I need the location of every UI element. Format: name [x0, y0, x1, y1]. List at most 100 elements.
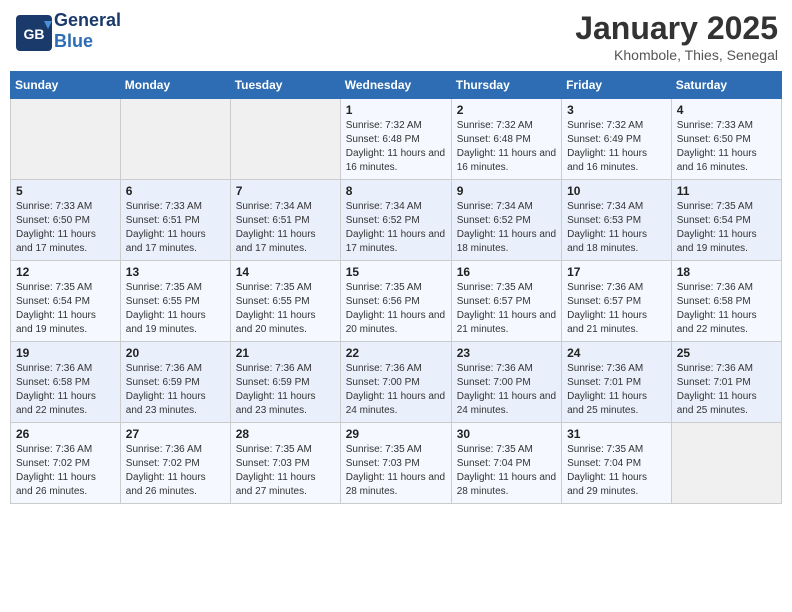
day-info: Sunrise: 7:33 AMSunset: 6:50 PMDaylight:… — [16, 200, 115, 256]
day-info: Sunrise: 7:35 AMSunset: 6:55 PMDaylight:… — [126, 281, 225, 337]
day-info: Sunrise: 7:33 AMSunset: 6:50 PMDaylight:… — [677, 119, 776, 175]
calendar-day-cell: 23 Sunrise: 7:36 AMSunset: 7:00 PMDayligh… — [451, 342, 561, 423]
logo-blue: Blue — [54, 31, 93, 51]
day-info: Sunrise: 7:34 AMSunset: 6:52 PMDaylight:… — [346, 200, 446, 256]
day-info: Sunrise: 7:35 AMSunset: 7:04 PMDaylight:… — [567, 443, 666, 499]
weekday-header: Thursday — [451, 72, 561, 99]
calendar-week-row: 5 Sunrise: 7:33 AMSunset: 6:50 PMDaylight… — [11, 180, 782, 261]
day-number: 19 — [16, 346, 115, 360]
day-info: Sunrise: 7:35 AMSunset: 7:03 PMDaylight:… — [346, 443, 446, 499]
calendar-day-cell — [120, 99, 230, 180]
calendar-day-cell: 11 Sunrise: 7:35 AMSunset: 6:54 PMDayligh… — [671, 180, 781, 261]
day-info: Sunrise: 7:32 AMSunset: 6:48 PMDaylight:… — [457, 119, 556, 175]
day-info: Sunrise: 7:34 AMSunset: 6:52 PMDaylight:… — [457, 200, 556, 256]
calendar-header: SundayMondayTuesdayWednesdayThursdayFrid… — [11, 72, 782, 99]
day-info: Sunrise: 7:36 AMSunset: 6:59 PMDaylight:… — [126, 362, 225, 418]
page-subtitle: Khombole, Thies, Senegal — [575, 47, 778, 63]
day-number: 2 — [457, 103, 556, 117]
day-number: 21 — [236, 346, 335, 360]
day-number: 16 — [457, 265, 556, 279]
calendar-day-cell: 30Sunrise: 7:35 AMSunset: 7:04 PMDayligh… — [451, 423, 561, 504]
day-info: Sunrise: 7:36 AMSunset: 7:02 PMDaylight:… — [126, 443, 225, 499]
calendar-day-cell — [671, 423, 781, 504]
day-info: Sunrise: 7:36 AMSunset: 7:01 PMDaylight:… — [567, 362, 666, 418]
calendar-day-cell: 28 Sunrise: 7:35 AMSunset: 7:03 PMDayligh… — [230, 423, 340, 504]
calendar-day-cell — [11, 99, 121, 180]
day-number: 28 — [236, 427, 335, 441]
calendar-day-cell: 9 Sunrise: 7:34 AMSunset: 6:52 PMDaylight… — [451, 180, 561, 261]
day-info: Sunrise: 7:36 AMSunset: 7:02 PMDaylight:… — [16, 443, 115, 499]
day-info: Sunrise: 7:36 AMSunset: 6:58 PMDaylight:… — [677, 281, 776, 337]
calendar-day-cell: 17 Sunrise: 7:36 AMSunset: 6:57 PMDayligh… — [562, 261, 672, 342]
logo: GB General Blue — [14, 10, 121, 52]
day-number: 29 — [346, 427, 446, 441]
calendar-day-cell: 20 Sunrise: 7:36 AMSunset: 6:59 PMDayligh… — [120, 342, 230, 423]
day-info: Sunrise: 7:32 AMSunset: 6:49 PMDaylight:… — [567, 119, 666, 175]
calendar-day-cell: 10 Sunrise: 7:34 AMSunset: 6:53 PMDayligh… — [562, 180, 672, 261]
day-info: Sunrise: 7:32 AMSunset: 6:48 PMDaylight:… — [346, 119, 446, 175]
weekday-header: Monday — [120, 72, 230, 99]
calendar-week-row: 19 Sunrise: 7:36 AMSunset: 6:58 PMDayligh… — [11, 342, 782, 423]
day-info: Sunrise: 7:36 AMSunset: 6:57 PMDaylight:… — [567, 281, 666, 337]
calendar-day-cell: 22Sunrise: 7:36 AMSunset: 7:00 PMDayligh… — [340, 342, 451, 423]
day-number: 3 — [567, 103, 666, 117]
day-number: 18 — [677, 265, 776, 279]
calendar-table: SundayMondayTuesdayWednesdayThursdayFrid… — [10, 71, 782, 504]
page-header: GB General Blue January 2025 Khombole, T… — [10, 10, 782, 63]
logo-text: General Blue — [54, 10, 121, 52]
day-info: Sunrise: 7:36 AMSunset: 6:59 PMDaylight:… — [236, 362, 335, 418]
day-info: Sunrise: 7:35 AMSunset: 7:04 PMDaylight:… — [457, 443, 556, 499]
day-info: Sunrise: 7:35 AMSunset: 6:54 PMDaylight:… — [677, 200, 776, 256]
day-number: 14 — [236, 265, 335, 279]
day-number: 20 — [126, 346, 225, 360]
svg-text:GB: GB — [24, 26, 45, 42]
weekday-header: Friday — [562, 72, 672, 99]
day-number: 13 — [126, 265, 225, 279]
day-number: 11 — [677, 184, 776, 198]
day-info: Sunrise: 7:36 AMSunset: 6:58 PMDaylight:… — [16, 362, 115, 418]
page-title: January 2025 — [575, 10, 778, 47]
day-info: Sunrise: 7:34 AMSunset: 6:53 PMDaylight:… — [567, 200, 666, 256]
day-number: 9 — [457, 184, 556, 198]
weekday-header: Wednesday — [340, 72, 451, 99]
day-info: Sunrise: 7:35 AMSunset: 7:03 PMDaylight:… — [236, 443, 335, 499]
calendar-day-cell: 26 Sunrise: 7:36 AMSunset: 7:02 PMDayligh… — [11, 423, 121, 504]
day-number: 5 — [16, 184, 115, 198]
day-number: 4 — [677, 103, 776, 117]
day-number: 26 — [16, 427, 115, 441]
calendar-day-cell: 29 Sunrise: 7:35 AMSunset: 7:03 PMDayligh… — [340, 423, 451, 504]
day-number: 27 — [126, 427, 225, 441]
calendar-week-row: 12Sunrise: 7:35 AMSunset: 6:54 PMDayligh… — [11, 261, 782, 342]
calendar-day-cell: 7Sunrise: 7:34 AMSunset: 6:51 PMDaylight… — [230, 180, 340, 261]
logo-general: General — [54, 10, 121, 30]
day-info: Sunrise: 7:35 AMSunset: 6:56 PMDaylight:… — [346, 281, 446, 337]
day-number: 6 — [126, 184, 225, 198]
day-number: 23 — [457, 346, 556, 360]
calendar-week-row: 26 Sunrise: 7:36 AMSunset: 7:02 PMDayligh… — [11, 423, 782, 504]
calendar-day-cell: 5 Sunrise: 7:33 AMSunset: 6:50 PMDaylight… — [11, 180, 121, 261]
calendar-day-cell: 8Sunrise: 7:34 AMSunset: 6:52 PMDaylight… — [340, 180, 451, 261]
calendar-day-cell: 18 Sunrise: 7:36 AMSunset: 6:58 PMDayligh… — [671, 261, 781, 342]
day-number: 10 — [567, 184, 666, 198]
day-info: Sunrise: 7:33 AMSunset: 6:51 PMDaylight:… — [126, 200, 225, 256]
day-info: Sunrise: 7:35 AMSunset: 6:54 PMDaylight:… — [16, 281, 115, 337]
calendar-day-cell: 14Sunrise: 7:35 AMSunset: 6:55 PMDayligh… — [230, 261, 340, 342]
logo-icon: GB — [14, 13, 50, 49]
title-area: January 2025 Khombole, Thies, Senegal — [575, 10, 778, 63]
day-number: 31 — [567, 427, 666, 441]
day-info: Sunrise: 7:35 AMSunset: 6:57 PMDaylight:… — [457, 281, 556, 337]
calendar-day-cell: 31 Sunrise: 7:35 AMSunset: 7:04 PMDayligh… — [562, 423, 672, 504]
weekday-header: Sunday — [11, 72, 121, 99]
day-number: 1 — [346, 103, 446, 117]
calendar-day-cell: 13 Sunrise: 7:35 AMSunset: 6:55 PMDayligh… — [120, 261, 230, 342]
calendar-day-cell: 16 Sunrise: 7:35 AMSunset: 6:57 PMDayligh… — [451, 261, 561, 342]
day-number: 22 — [346, 346, 446, 360]
day-info: Sunrise: 7:36 AMSunset: 7:00 PMDaylight:… — [457, 362, 556, 418]
day-number: 15 — [346, 265, 446, 279]
day-number: 7 — [236, 184, 335, 198]
day-number: 25 — [677, 346, 776, 360]
calendar-day-cell: 27 Sunrise: 7:36 AMSunset: 7:02 PMDayligh… — [120, 423, 230, 504]
day-info: Sunrise: 7:36 AMSunset: 7:01 PMDaylight:… — [677, 362, 776, 418]
calendar-day-cell: 6 Sunrise: 7:33 AMSunset: 6:51 PMDaylight… — [120, 180, 230, 261]
day-number: 17 — [567, 265, 666, 279]
